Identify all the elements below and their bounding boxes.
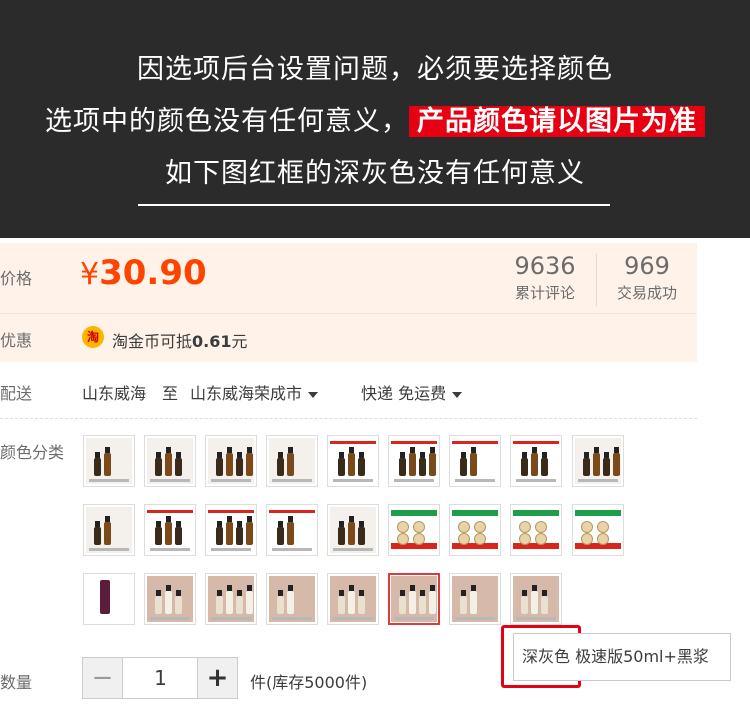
- ship-destination-dropdown[interactable]: 山东威海荣成市: [190, 380, 319, 404]
- color-option-thumb: [452, 438, 498, 484]
- promo-amount: 0.61: [192, 332, 232, 351]
- color-option-15[interactable]: [388, 504, 440, 556]
- color-option-19[interactable]: [83, 573, 135, 625]
- decrease-button[interactable]: −: [83, 658, 123, 698]
- price-value: ¥30.90: [80, 253, 207, 293]
- stat-divider: [596, 254, 597, 306]
- sales-count: 969: [624, 252, 670, 280]
- color-option-thumb: [269, 576, 315, 622]
- color-option-thumb: [86, 507, 132, 553]
- color-option-thumb: [147, 438, 193, 484]
- color-option-thumb: [513, 507, 559, 553]
- color-option-26[interactable]: [510, 573, 562, 625]
- color-option-2[interactable]: [144, 435, 196, 487]
- taobao-coin-icon: 淘: [82, 326, 104, 348]
- ship-method-dropdown[interactable]: 快递 免运费: [361, 380, 463, 404]
- color-option-thumb: [269, 507, 315, 553]
- color-option-thumb: [391, 507, 437, 553]
- color-option-13[interactable]: [266, 504, 318, 556]
- ship-destination: 山东威海荣成市: [190, 384, 303, 403]
- color-option-thumb: [452, 576, 498, 622]
- shipping-divider: [0, 418, 697, 419]
- color-option-thumb: [330, 438, 376, 484]
- color-option-thumb: [86, 438, 132, 484]
- color-option-thumb: [208, 438, 254, 484]
- color-option-thumb: [575, 507, 621, 553]
- color-option-thumb: [330, 576, 376, 622]
- color-option-21[interactable]: [205, 573, 257, 625]
- color-option-thumb: [452, 507, 498, 553]
- color-option-18[interactable]: [572, 504, 624, 556]
- color-option-thumb: [513, 576, 559, 622]
- promo-divider: [0, 313, 697, 314]
- color-option-16[interactable]: [449, 504, 501, 556]
- review-count-label: 累计评论: [514, 284, 575, 302]
- page: 因选项后台设置问题，必须要选择颜色 选项中的颜色没有任何意义， 产品颜色请以图片为…: [0, 0, 750, 720]
- notice-line-2-text: 选项中的颜色没有任何意义，: [45, 106, 409, 137]
- tooltip-color: 深灰色: [522, 647, 571, 666]
- promo-text-prefix: 淘金币可抵: [112, 332, 193, 351]
- color-option-thumb: [208, 576, 254, 622]
- notice-line-3: 如下图红框的深灰色没有任何意义: [165, 158, 585, 189]
- color-option-3[interactable]: [205, 435, 257, 487]
- price-number: 30.90: [99, 253, 207, 293]
- color-option-24[interactable]: [388, 573, 440, 625]
- color-option-5[interactable]: [327, 435, 379, 487]
- currency-symbol: ¥: [80, 257, 100, 292]
- quantity-input[interactable]: [124, 658, 197, 698]
- increase-button[interactable]: +: [197, 658, 237, 698]
- color-option-22[interactable]: [266, 573, 318, 625]
- notice-banner: 因选项后台设置问题，必须要选择颜色 选项中的颜色没有任何意义， 产品颜色请以图片为…: [0, 0, 750, 238]
- color-option-23[interactable]: [327, 573, 379, 625]
- tooltip-name: 极速版50ml+黑浆: [575, 647, 709, 666]
- color-option-thumb: [86, 576, 132, 622]
- sku-tooltip: 深灰色 极速版50ml+黑浆: [513, 633, 731, 681]
- color-option-thumb: [513, 438, 559, 484]
- review-count: 9636: [514, 252, 576, 280]
- price-label: 价格: [0, 269, 33, 288]
- ship-from: 山东威海: [82, 384, 147, 403]
- color-option-thumb: [147, 576, 193, 622]
- color-option-thumb: [330, 507, 376, 553]
- color-option-6[interactable]: [388, 435, 440, 487]
- quantity-label: 数量: [0, 673, 33, 692]
- review-count-stat[interactable]: 9636 累计评论: [505, 252, 585, 303]
- color-option-7[interactable]: [449, 435, 501, 487]
- chevron-down-icon: [308, 391, 319, 398]
- color-option-14[interactable]: [327, 504, 379, 556]
- color-option-thumb: [391, 438, 437, 484]
- color-option-9[interactable]: [572, 435, 624, 487]
- sales-count-stat: 969 交易成功: [602, 252, 692, 303]
- promo-label: 优惠: [0, 331, 33, 350]
- color-option-8[interactable]: [510, 435, 562, 487]
- color-option-1[interactable]: [83, 435, 135, 487]
- promo-text: 淘金币可抵0.61元: [112, 328, 248, 352]
- notice-line-1: 因选项后台设置问题，必须要选择颜色: [137, 54, 613, 85]
- promo-text-suffix: 元: [231, 332, 248, 351]
- sales-count-label: 交易成功: [616, 284, 677, 302]
- color-option-20[interactable]: [144, 573, 196, 625]
- quantity-stepper: − +: [82, 657, 238, 699]
- color-option-11[interactable]: [144, 504, 196, 556]
- shipping-label: 配送: [0, 384, 33, 403]
- ship-fee: 免运费: [398, 384, 447, 403]
- color-option-thumb: [147, 507, 193, 553]
- notice-line-2: 选项中的颜色没有任何意义， 产品颜色请以图片为准: [0, 102, 750, 142]
- ship-to-word: 至: [162, 384, 179, 403]
- color-category-label: 颜色分类: [0, 443, 65, 462]
- color-option-thumb: [391, 576, 437, 622]
- notice-highlight: 产品颜色请以图片为准: [409, 106, 705, 137]
- color-option-thumb: [269, 438, 315, 484]
- color-option-12[interactable]: [205, 504, 257, 556]
- color-option-thumb: [575, 438, 621, 484]
- color-option-25[interactable]: [449, 573, 501, 625]
- notice-underline: [138, 204, 610, 206]
- color-option-10[interactable]: [83, 504, 135, 556]
- stock-text: 件(库存5000件): [250, 673, 368, 692]
- ship-method: 快递: [361, 384, 394, 403]
- chevron-down-icon: [452, 391, 463, 398]
- color-option-thumb: [208, 507, 254, 553]
- color-option-4[interactable]: [266, 435, 318, 487]
- color-option-17[interactable]: [510, 504, 562, 556]
